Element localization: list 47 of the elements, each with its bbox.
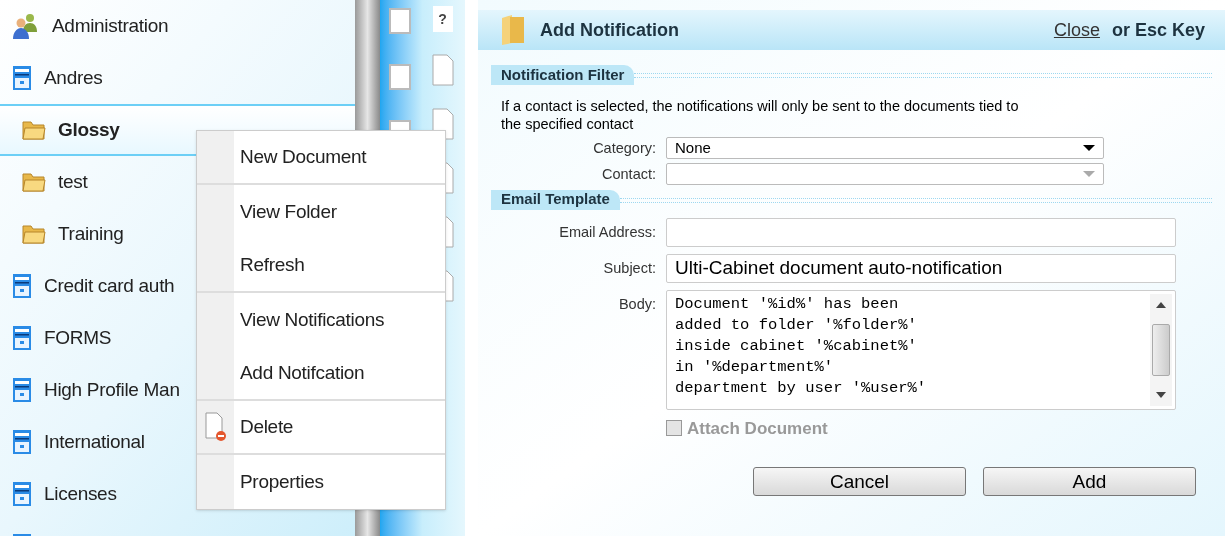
section-header: Notification Filter bbox=[491, 65, 635, 85]
folder-icon bbox=[22, 171, 46, 193]
dropdown[interactable]: None bbox=[666, 137, 1104, 159]
folder-icon bbox=[22, 223, 46, 245]
section-header: Email Template bbox=[491, 189, 620, 210]
tree-item[interactable]: Administration bbox=[0, 0, 355, 52]
checkbox-icon bbox=[389, 8, 411, 34]
dialog-title: Add Notification bbox=[540, 18, 679, 42]
menu-item[interactable]: Add Notifcation bbox=[197, 347, 445, 401]
cabinet-icon bbox=[12, 273, 32, 299]
cabinet-icon bbox=[12, 377, 32, 403]
document-icon bbox=[431, 54, 454, 86]
field-label: Subject: bbox=[602, 258, 656, 278]
menu-item[interactable]: View Notifications bbox=[197, 293, 445, 347]
users-icon bbox=[12, 12, 40, 40]
menu-item[interactable]: Refresh bbox=[197, 239, 445, 293]
tree-item[interactable]: Andres bbox=[0, 52, 355, 104]
checkbox-icon bbox=[389, 64, 411, 90]
cabinet-icon bbox=[12, 481, 32, 507]
caret-icon bbox=[1083, 170, 1095, 177]
field-label: Category: bbox=[592, 139, 656, 158]
help-icon[interactable]: ? bbox=[432, 6, 453, 32]
body-textarea[interactable]: Document '%id%' has been added to folder '%folder%' inside cabinet '%cabinet%' in '%department%' department by user '%user%' bbox=[666, 289, 1176, 410]
checkbox-label: Attach Document bbox=[687, 417, 828, 440]
menu-item[interactable]: Delete bbox=[197, 401, 445, 455]
text-field[interactable] bbox=[666, 217, 1176, 247]
field-label: Email Address: bbox=[558, 222, 656, 242]
caret-icon bbox=[1083, 145, 1095, 151]
document-remove-icon bbox=[204, 412, 227, 442]
field-label: Body: bbox=[617, 294, 656, 314]
cabinet-icon bbox=[12, 429, 32, 455]
menu-item[interactable]: View Folder bbox=[197, 185, 445, 239]
dialog-button[interactable]: Cancel bbox=[753, 467, 966, 496]
text-field[interactable]: Ulti-Cabinet document auto-notification bbox=[666, 253, 1176, 283]
close-hint: or Esc Key bbox=[1111, 18, 1205, 42]
scrollbar[interactable] bbox=[1150, 293, 1172, 406]
folder-icon bbox=[22, 119, 46, 141]
scroll-down-icon[interactable] bbox=[1156, 391, 1166, 398]
dialog-button[interactable]: Add bbox=[983, 467, 1196, 496]
scroll-up-icon[interactable] bbox=[1156, 301, 1166, 308]
cabinet-icon bbox=[12, 325, 32, 351]
filter-note: If a contact is selected, the notifications will only be sent to the documents tied to the specified contact bbox=[500, 97, 1020, 134]
menu-item[interactable]: Properties bbox=[197, 455, 445, 509]
cabinet-icon bbox=[12, 65, 32, 91]
menu-item[interactable]: New Document bbox=[197, 131, 445, 185]
field-label: Contact: bbox=[601, 164, 656, 184]
close-link[interactable]: Close bbox=[1053, 16, 1100, 44]
